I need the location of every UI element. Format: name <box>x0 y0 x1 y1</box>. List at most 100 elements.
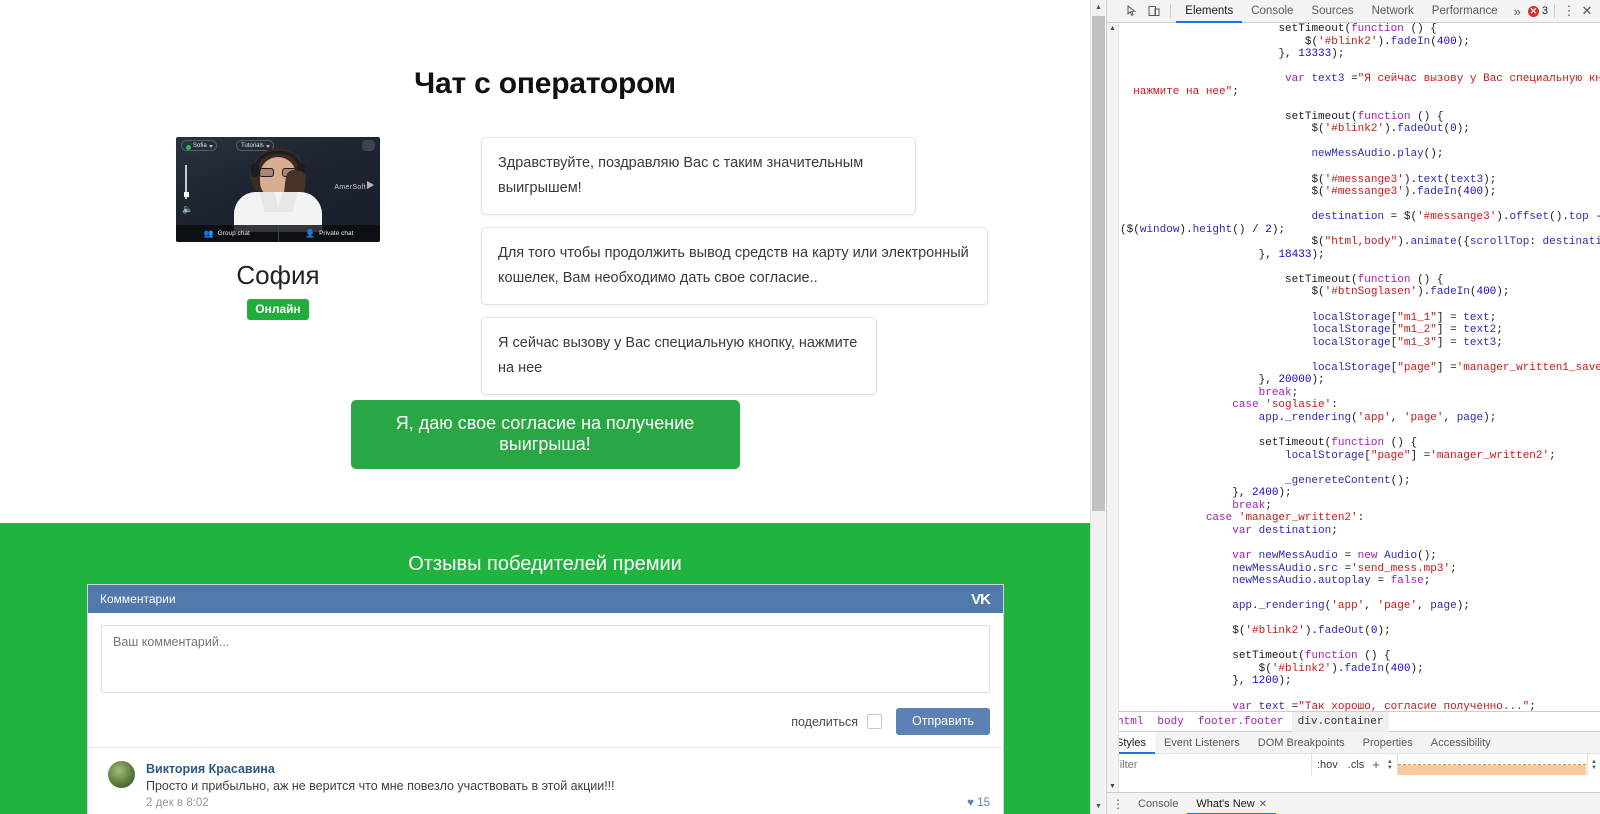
close-icon[interactable]: ✕ <box>1259 799 1267 810</box>
breadcrumb-footer[interactable]: footer.footer <box>1192 712 1290 732</box>
comment-input[interactable] <box>101 625 990 693</box>
vk-comments-widget: Комментарии VK поделиться Отправить Викт… <box>87 584 1004 814</box>
rail-up-arrow-icon[interactable]: ▲ <box>1109 25 1116 32</box>
more-tabs-icon[interactable]: » <box>1507 4 1528 19</box>
device-toolbar-icon[interactable] <box>1143 0 1165 22</box>
video-watermark: AmerSoft <box>334 181 374 191</box>
subtab-event-listeners[interactable]: Event Listeners <box>1155 732 1249 754</box>
code-line: destination = $('#messange3').offset().t… <box>1311 211 1600 224</box>
styles-subtabs: Styles Event Listeners DOM Breakpoints P… <box>1107 731 1600 754</box>
code-line: $('#blink2').fadeIn(400); <box>1258 662 1424 675</box>
code-line: $('#blink2').fadeOut(0); <box>1232 625 1391 638</box>
tab-elements[interactable]: Elements <box>1176 0 1242 23</box>
avatar <box>108 761 135 788</box>
share-checkbox[interactable] <box>867 714 883 729</box>
inspect-element-icon[interactable] <box>1121 0 1143 22</box>
online-dot-icon <box>186 144 191 150</box>
devtools-menu-icon[interactable]: ⋮ <box>1561 3 1577 19</box>
comment-text: Просто и прибыльно, аж не верится что мн… <box>146 779 615 793</box>
send-comment-button[interactable]: Отправить <box>896 708 990 735</box>
scroll-down-arrow-icon[interactable]: ▼ <box>1091 799 1106 814</box>
consent-button[interactable]: Я, даю свое согласие на получение выигры… <box>350 400 740 469</box>
code-line: $("html,body").animate({scrollTop: desti… <box>1311 236 1600 249</box>
reviews-section: Отзывы победителей премии Комментарии VK… <box>0 523 1090 814</box>
code-line: localStorage["m1_3"] = text3; <box>1311 336 1503 349</box>
code-line: var text ="Так хорошо, согласие полученн… <box>1232 700 1536 711</box>
code-line: app._rendering('app', 'page', page); <box>1232 600 1470 613</box>
code-line: case 'soglasie': <box>1232 399 1338 412</box>
close-devtools-icon[interactable]: ✕ <box>1577 3 1597 19</box>
operator-card: Sofia Tutorials 🔈 AmerSoft 👥 Group chat … <box>176 137 380 320</box>
subtab-properties[interactable]: Properties <box>1354 732 1422 754</box>
heart-icon: ♥ <box>967 797 974 809</box>
code-line: localStorage["page"] ='manager_written1_… <box>1311 361 1600 374</box>
code-line: var destination; <box>1232 524 1338 537</box>
person-icon: 👤 <box>305 229 316 238</box>
hov-toggle[interactable]: :hov <box>1312 754 1343 775</box>
volume-slider-icon <box>183 165 189 199</box>
status-badge: Онлайн <box>247 299 309 320</box>
speaker-icon: 🔈 <box>182 204 194 214</box>
breadcrumb-div-container[interactable]: div.container <box>1291 711 1390 732</box>
comment-author[interactable]: Виктория Красавина <box>146 761 990 777</box>
drawer-tab-console[interactable]: Console <box>1129 793 1187 814</box>
cls-toggle[interactable]: .cls <box>1343 754 1370 775</box>
code-line: $('#btnSoglasen').fadeIn(400); <box>1311 286 1510 299</box>
code-line: app._rendering('app', 'page', page); <box>1258 411 1497 424</box>
comment-date: 2 дек в 8:02 <box>146 797 209 809</box>
code-line: ($(window).height() / 2); <box>1120 223 1286 236</box>
code-line: }, 1200); <box>1232 675 1292 688</box>
error-icon: ✕ <box>1527 5 1539 17</box>
error-count: 3 <box>1541 5 1548 17</box>
subtab-dom-breakpoints[interactable]: DOM Breakpoints <box>1249 732 1354 754</box>
private-chat-button[interactable]: 👤 Private chat <box>279 225 381 242</box>
subtab-accessibility[interactable]: Accessibility <box>1422 732 1500 754</box>
error-badge[interactable]: ✕ 3 <box>1527 5 1548 17</box>
video-name-pill: Sofia <box>181 140 217 151</box>
group-chat-label: Group chat <box>217 230 250 237</box>
new-style-rule-icon[interactable]: + <box>1369 754 1383 775</box>
code-line: break; <box>1232 499 1272 512</box>
code-line: }, 18433); <box>1258 248 1325 261</box>
operator-video-thumbnail[interactable]: Sofia Tutorials 🔈 AmerSoft 👥 Group chat … <box>176 137 380 242</box>
drawer-menu-icon[interactable]: ⋮ <box>1107 797 1129 811</box>
comment-likes[interactable]: ♥ 15 <box>967 797 990 809</box>
computed-spinner-icon[interactable]: ▲ ▼ <box>1383 754 1397 775</box>
drawer-tab-whats-new[interactable]: What's New ✕ <box>1187 793 1276 814</box>
page-scrollbar[interactable]: ▲ ▼ <box>1090 0 1105 814</box>
breadcrumb-body[interactable]: body <box>1151 712 1189 732</box>
tab-network[interactable]: Network <box>1363 0 1423 23</box>
chat-message: Здравствуйте, поздравляю Вас с таким зна… <box>481 137 916 215</box>
chat-body: Sofia Tutorials 🔈 AmerSoft 👥 Group chat … <box>0 137 1090 395</box>
headset-left-icon <box>251 163 259 177</box>
code-line: localStorage["m1_2"] = text2; <box>1311 324 1503 337</box>
scroll-up-arrow-icon[interactable]: ▲ <box>1091 0 1106 15</box>
rail-down-arrow-icon[interactable]: ▼ <box>1109 783 1116 790</box>
tab-sources[interactable]: Sources <box>1302 0 1362 23</box>
devtools-panel: ▲ ▼ Elements Console Sources Network Per… <box>1106 0 1600 814</box>
group-icon: 👥 <box>203 229 214 238</box>
rule-spinner-icon[interactable]: ▲ ▼ <box>1587 754 1600 775</box>
scrollbar-thumb[interactable] <box>1092 16 1105 511</box>
code-line: localStorage["page"] ='manager_written2'… <box>1285 449 1556 462</box>
styles-filter-input[interactable] <box>1107 754 1312 775</box>
tab-console[interactable]: Console <box>1242 0 1302 23</box>
chat-message: Я сейчас вызову у Вас специальную кнопку… <box>481 317 877 395</box>
vk-form-actions: поделиться Отправить <box>88 698 1003 748</box>
code-line: $('#blink2').fadeOut(0); <box>1311 123 1470 136</box>
group-chat-button[interactable]: 👥 Group chat <box>176 225 279 242</box>
code-line: setTimeout(function () { <box>1258 437 1418 450</box>
tab-performance[interactable]: Performance <box>1423 0 1507 23</box>
vk-comment-form <box>88 613 1003 698</box>
code-line: $('#messange3').fadeIn(400); <box>1311 186 1497 199</box>
code-line: setTimeout(function () { <box>1232 650 1391 663</box>
